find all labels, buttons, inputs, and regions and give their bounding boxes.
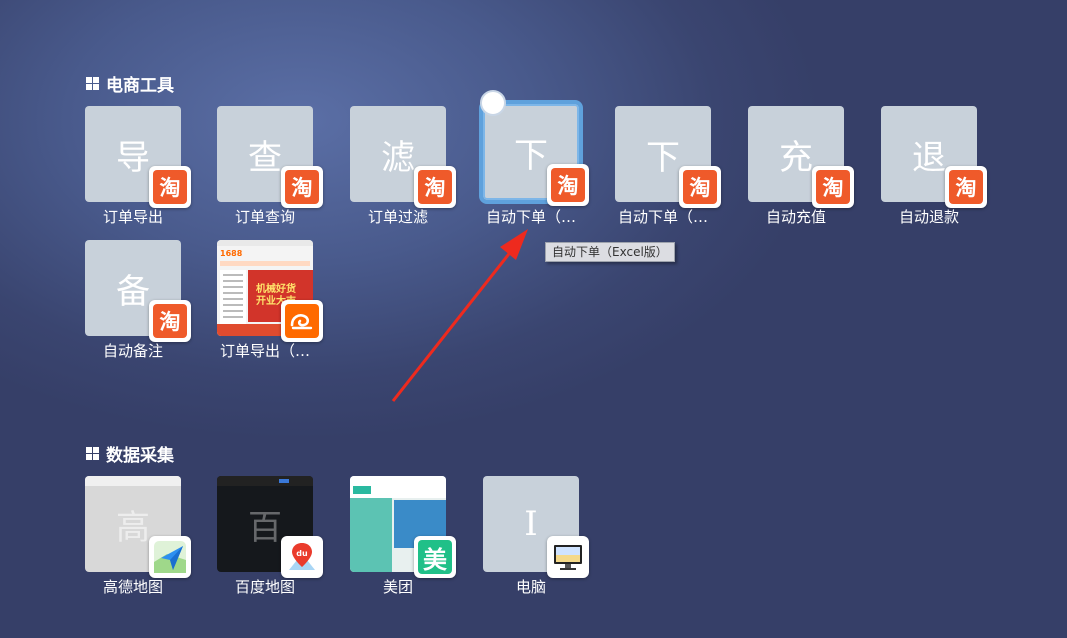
app-tile-gaode-map[interactable]: 高 高德地图 bbox=[85, 476, 195, 610]
section-title-text: 电商工具 bbox=[106, 75, 174, 96]
app-label: 订单查询 bbox=[234, 208, 295, 226]
1688-badge-icon bbox=[281, 300, 323, 342]
taobao-badge-icon: 淘 bbox=[945, 166, 987, 208]
app-tile-baidu-map[interactable]: 百 du 百度地图 bbox=[217, 476, 327, 610]
app-tile-auto-refund[interactable]: 退 淘 自动退款 bbox=[881, 106, 991, 240]
app-tile-order-query[interactable]: 查 淘 订单查询 bbox=[217, 106, 327, 240]
app-tile-auto-recharge[interactable]: 充 淘 自动充值 bbox=[748, 106, 858, 240]
app-label: 自动下单（… bbox=[485, 208, 576, 226]
app-label: 订单过滤 bbox=[367, 208, 428, 226]
taobao-badge-icon: 淘 bbox=[149, 166, 191, 208]
app-tile-order-filter[interactable]: 滤 淘 订单过滤 bbox=[350, 106, 460, 240]
section-title-datacollect: 数据采集 bbox=[86, 443, 174, 466]
app-tile-order-export-1688[interactable]: 1688 机械好货 开业大吉 订单导出（… bbox=[217, 240, 327, 374]
taobao-badge-icon: 淘 bbox=[281, 166, 323, 208]
app-label: 高德地图 bbox=[102, 578, 163, 596]
app-tile-auto-order[interactable]: 下 淘 自动下单（… bbox=[615, 106, 725, 240]
app-label: 自动下单（… bbox=[617, 208, 708, 226]
app-label: 订单导出（… bbox=[219, 342, 310, 360]
computer-monitor-icon bbox=[547, 536, 589, 578]
taobao-badge-icon: 淘 bbox=[149, 300, 191, 342]
svg-text:du: du bbox=[296, 549, 308, 558]
app-tile-order-export[interactable]: 导 淘 订单导出 bbox=[85, 106, 195, 240]
tooltip: 自动下单（Excel版） bbox=[545, 242, 675, 262]
app-tile-computer[interactable]: I 电脑 bbox=[483, 476, 593, 610]
app-label: 美团 bbox=[382, 578, 413, 596]
app-label: 自动退款 bbox=[898, 208, 959, 226]
meituan-icon: 美 bbox=[414, 536, 456, 578]
app-label: 电脑 bbox=[515, 578, 546, 596]
section-title-ecommerce: 电商工具 bbox=[86, 73, 174, 96]
app-tile-auto-order-excel[interactable]: 下 淘 自动下单（… bbox=[479, 90, 593, 238]
taobao-badge-icon: 淘 bbox=[414, 166, 456, 208]
section-title-text: 数据采集 bbox=[106, 445, 174, 466]
1688-logo: 1688 bbox=[220, 249, 243, 258]
gaode-map-icon bbox=[149, 536, 191, 578]
app-tile-auto-remark[interactable]: 备 淘 自动备注 bbox=[85, 240, 195, 374]
app-label: 自动备注 bbox=[102, 342, 163, 360]
baidu-map-icon: du bbox=[281, 536, 323, 578]
app-label: 百度地图 bbox=[234, 578, 295, 596]
app-tile-meituan[interactable]: 美 美团 bbox=[350, 476, 460, 610]
grid-icon bbox=[86, 446, 99, 460]
app-label: 自动充值 bbox=[765, 208, 826, 226]
taobao-badge-icon: 淘 bbox=[812, 166, 854, 208]
app-label: 订单导出 bbox=[102, 208, 163, 226]
taobao-badge-icon: 淘 bbox=[679, 166, 721, 208]
selection-handle[interactable] bbox=[480, 90, 506, 116]
taobao-badge-icon: 淘 bbox=[547, 164, 589, 206]
grid-icon bbox=[86, 76, 99, 90]
